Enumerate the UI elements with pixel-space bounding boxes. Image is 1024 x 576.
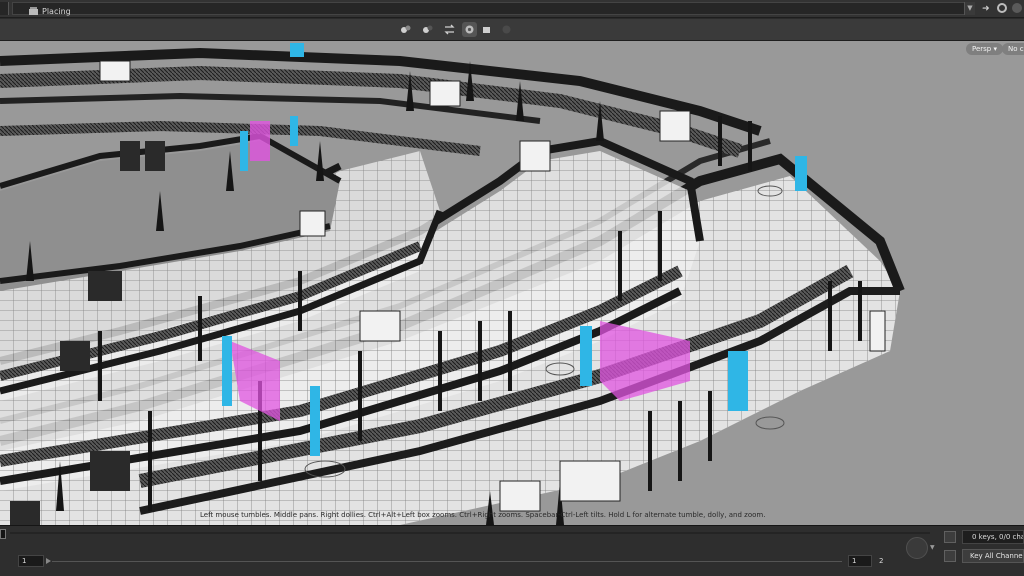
channel-list-icon[interactable]	[944, 550, 956, 562]
path-bar: Placing ▼ ➜	[0, 0, 1024, 18]
hide-other-objects-icon[interactable]	[420, 22, 435, 37]
view-options-button[interactable]: No c	[1002, 43, 1024, 55]
key-all-channels-button[interactable]: Key All Channels	[962, 549, 1024, 563]
back-button[interactable]	[0, 2, 9, 15]
timeline-start-marker[interactable]	[0, 529, 6, 539]
gear-icon[interactable]	[997, 3, 1007, 13]
keyframe-icon[interactable]	[944, 531, 956, 543]
geometry-display-icon[interactable]	[462, 22, 477, 37]
path-dropdown-icon[interactable]: ▼	[964, 2, 975, 15]
timeline-bar: 1 1 2 ▼ 0 keys, 0/0 channels Key All Cha…	[0, 525, 1024, 576]
node-icon	[29, 7, 38, 15]
scene-wireframe	[0, 43, 905, 525]
network-path-field[interactable]: Placing	[12, 2, 975, 16]
end-frame-field[interactable]: 2	[876, 555, 903, 567]
viewport-hint-text: Left mouse tumbles. Middle pans. Right d…	[200, 511, 766, 519]
current-frame-field[interactable]: 1	[848, 555, 872, 567]
path-label: Placing	[42, 7, 71, 16]
keys-status-field: 0 keys, 0/0 channels	[962, 530, 1024, 544]
timeline-track[interactable]	[10, 532, 930, 534]
pin-icon[interactable]: ➜	[982, 3, 990, 15]
viewport-toolbar	[0, 19, 1024, 41]
play-arrow-icon[interactable]	[46, 558, 51, 564]
help-icon[interactable]	[1012, 3, 1022, 13]
record-icon[interactable]	[499, 22, 514, 37]
camera-menu-button[interactable]: Persp ▾	[966, 43, 1003, 55]
frame-range-slider[interactable]	[52, 561, 842, 562]
snapshot-icon[interactable]	[479, 22, 494, 37]
scene-viewport[interactable]: Persp ▾ No c Left mouse tumbles. Middle …	[0, 41, 1024, 525]
key-knob-icon[interactable]	[906, 537, 928, 559]
swap-display-icon[interactable]	[442, 22, 457, 37]
start-frame-field[interactable]: 1	[18, 555, 44, 567]
ghost-other-objects-icon[interactable]	[398, 22, 413, 37]
chevron-down-icon[interactable]: ▼	[930, 544, 935, 551]
